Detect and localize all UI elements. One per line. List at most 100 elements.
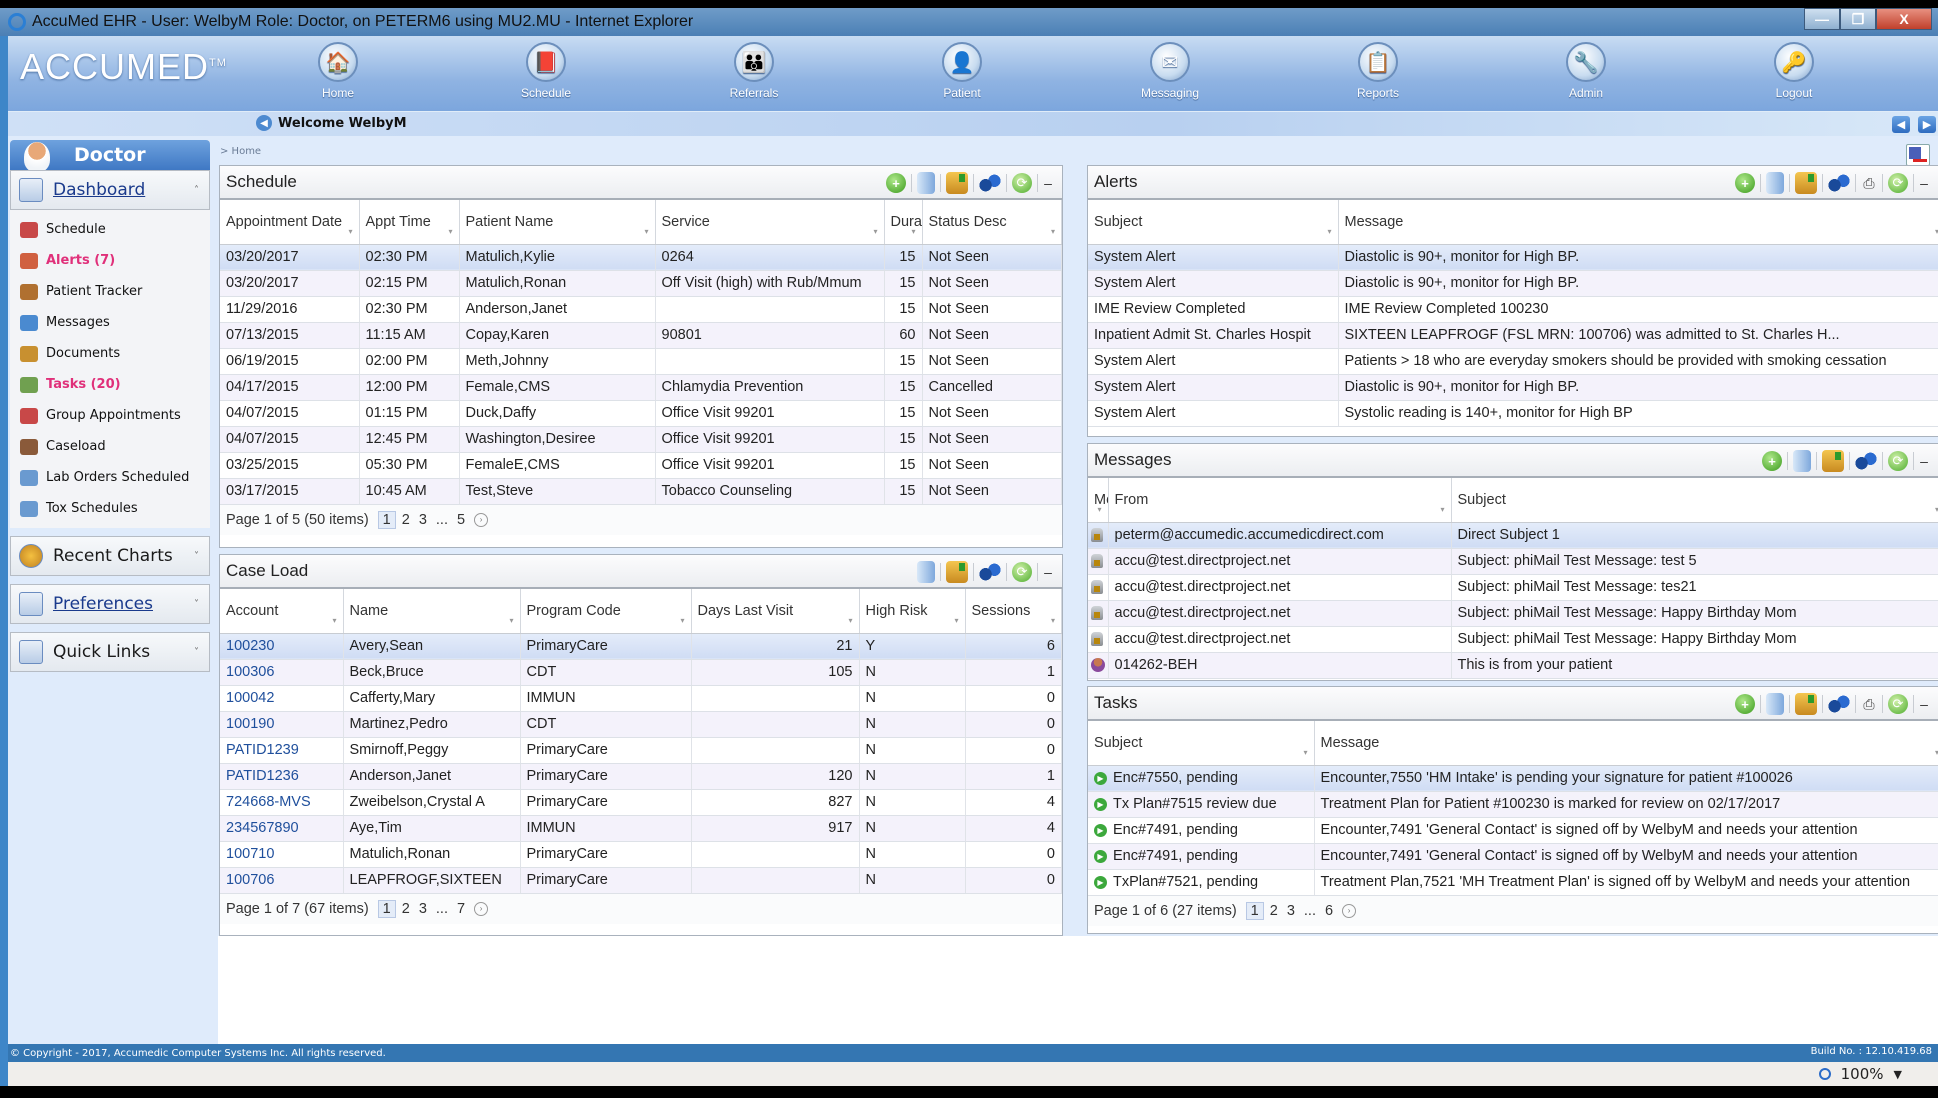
next-page-icon[interactable]: › xyxy=(474,512,489,527)
page-link[interactable]: 6 xyxy=(1325,903,1333,919)
task-arrow-icon[interactable]: ▶ xyxy=(1094,823,1107,837)
sidebar-item-tox-schedules[interactable]: Tox Schedules xyxy=(10,493,210,524)
alerts-row[interactable]: Inpatient Admit St. Charles Hospit SIXTEE… xyxy=(1088,322,1938,349)
minimize-button[interactable]: — xyxy=(1804,8,1840,30)
messages-col-header[interactable]: Me▾ xyxy=(1088,478,1109,523)
caseload-col-header[interactable]: Name ▾ xyxy=(343,589,521,634)
next-page-icon[interactable]: › xyxy=(474,901,489,916)
chevron-down-icon[interactable]: ˅ xyxy=(194,551,199,562)
messages-row[interactable]: 014262-BEH This is from your patient xyxy=(1088,652,1938,679)
task-arrow-icon[interactable]: ▶ xyxy=(1094,875,1107,889)
alerts-row[interactable]: System Alert Diastolic is 90+, monitor fo… xyxy=(1088,374,1938,401)
caseload-col-header[interactable]: Account ▾ xyxy=(220,589,344,634)
report-icon[interactable] xyxy=(917,172,935,194)
dashboard-section-header[interactable]: Dashboard ˄ xyxy=(10,170,210,210)
nav-schedule[interactable]: 📕 Schedule xyxy=(501,42,591,100)
add-icon[interactable]: + xyxy=(886,173,906,193)
nav-home[interactable]: 🏠 Home xyxy=(293,42,383,100)
messages-row[interactable]: accu@test.directproject.net Subject: phiM… xyxy=(1088,626,1938,653)
caseload-cell[interactable]: 724668-MVS xyxy=(220,789,344,816)
schedule-row[interactable]: 11/29/2016 02:30 PM Anderson,Janet 15 Not Se… xyxy=(220,296,1062,323)
alerts-col-header[interactable]: Subject ▾ xyxy=(1088,200,1339,245)
schedule-row[interactable]: 03/25/2015 05:30 PM FemaleE,CMS Office Visi… xyxy=(220,452,1062,479)
filter-icon[interactable]: ▾ xyxy=(873,227,877,236)
schedule-col-header[interactable]: Patient Name ▾ xyxy=(459,200,656,245)
filter-icon[interactable]: ▾ xyxy=(1327,227,1331,236)
recent-charts-section-header[interactable]: Recent Charts ˅ xyxy=(10,536,210,576)
task-arrow-icon[interactable]: ▶ xyxy=(1094,797,1107,811)
refresh-icon[interactable]: ⟳ xyxy=(1888,173,1908,193)
alerts-row[interactable]: System Alert Patients > 18 who are everyd… xyxy=(1088,348,1938,375)
caseload-col-header[interactable]: Days Last Visit ▾ xyxy=(691,589,860,634)
sidebar-item-tasks[interactable]: Tasks (20) xyxy=(10,369,210,400)
export-icon[interactable] xyxy=(946,561,968,583)
caseload-cell[interactable]: 234567890 xyxy=(220,815,344,842)
schedule-row[interactable]: 04/07/2015 12:45 PM Washington,Desiree Offi… xyxy=(220,426,1062,453)
preferences-section-header[interactable]: Preferences ˅ xyxy=(10,584,210,624)
page-link[interactable]: 1 xyxy=(377,899,396,918)
caseload-row[interactable]: 234567890 Aye,Tim IMMUN 917 N 4 xyxy=(220,815,1062,842)
caseload-row[interactable]: 100706 LEAPFROGF,SIXTEEN PrimaryCare N 0 xyxy=(220,867,1062,894)
schedule-row[interactable]: 07/13/2015 11:15 AM Copay,Karen 90801 60 Not … xyxy=(220,322,1062,349)
caseload-row[interactable]: PATID1239 Smirnoff,Peggy PrimaryCare N 0 xyxy=(220,737,1062,764)
export-icon[interactable] xyxy=(1795,172,1817,194)
nav-logout[interactable]: 🔑 Logout xyxy=(1749,42,1839,100)
report-icon[interactable] xyxy=(1793,450,1811,472)
caseload-col-header[interactable]: High Risk ▾ xyxy=(859,589,966,634)
caseload-cell[interactable]: PATID1236 xyxy=(220,763,344,790)
task-arrow-icon[interactable]: ▶ xyxy=(1094,771,1107,785)
sidebar-item-documents[interactable]: Documents xyxy=(10,338,210,369)
save-layout-icon[interactable] xyxy=(1906,144,1930,166)
caseload-col-header[interactable]: Sessions ▾ xyxy=(965,589,1062,634)
page-link[interactable]: ... xyxy=(436,901,448,917)
filter-icon[interactable]: ▾ xyxy=(644,227,648,236)
alerts-col-header[interactable]: Message▾ xyxy=(1338,200,1938,245)
sidebar-item-patient-tracker[interactable]: Patient Tracker xyxy=(10,276,210,307)
messages-row[interactable]: peterm@accumedic.accumedicdirect.com Dire… xyxy=(1088,522,1938,549)
sidebar-item-group-appointments[interactable]: Group Appointments xyxy=(10,400,210,431)
messages-col-header[interactable]: Subject▾ xyxy=(1451,478,1938,523)
find-icon[interactable] xyxy=(1855,450,1877,472)
next-page-icon[interactable]: › xyxy=(1342,903,1357,918)
caseload-row[interactable]: PATID1236 Anderson,Janet PrimaryCare 120 N 1 xyxy=(220,763,1062,790)
sidebar-item-alerts[interactable]: Alerts (7) xyxy=(10,245,210,276)
alerts-row[interactable]: System Alert Diastolic is 90+, monitor fo… xyxy=(1088,244,1938,271)
refresh-icon[interactable]: ⟳ xyxy=(1888,694,1908,714)
filter-icon[interactable]: ▾ xyxy=(1051,227,1055,236)
caseload-cell[interactable]: 100306 xyxy=(220,659,344,686)
messages-row[interactable]: accu@test.directproject.net Subject: phiM… xyxy=(1088,600,1938,627)
filter-icon[interactable]: ▾ xyxy=(1440,505,1444,514)
schedule-row[interactable]: 03/17/2015 10:45 AM Test,Steve Tobacco Coun… xyxy=(220,478,1062,505)
caseload-cell[interactable]: 100042 xyxy=(220,685,344,712)
nav-reports[interactable]: 📋 Reports xyxy=(1333,42,1423,100)
caseload-cell[interactable]: 100710 xyxy=(220,841,344,868)
add-icon[interactable]: + xyxy=(1735,173,1755,193)
report-icon[interactable] xyxy=(917,561,935,583)
filter-icon[interactable]: ▾ xyxy=(911,227,915,236)
filter-icon[interactable]: ▾ xyxy=(1097,505,1101,514)
preferences-link[interactable]: Preferences xyxy=(53,594,153,614)
tasks-row[interactable]: ▶ Enc#7550, pending Encounter,7550 'HM Int… xyxy=(1088,765,1938,792)
minimize-panel-icon[interactable]: – xyxy=(1043,172,1053,194)
messages-row[interactable]: accu@test.directproject.net Subject: phiM… xyxy=(1088,548,1938,575)
caseload-cell[interactable]: PATID1239 xyxy=(220,737,344,764)
tasks-col-header[interactable]: Subject ▾ xyxy=(1088,721,1315,766)
page-link[interactable]: ... xyxy=(436,512,448,528)
filter-icon[interactable]: ▾ xyxy=(348,227,352,236)
refresh-icon[interactable]: ⟳ xyxy=(1012,173,1032,193)
find-icon[interactable] xyxy=(1828,172,1850,194)
close-button[interactable]: X xyxy=(1876,8,1932,30)
tasks-row[interactable]: ▶ Tx Plan#7515 review due Treatment Plan f… xyxy=(1088,791,1938,818)
export-icon[interactable] xyxy=(946,172,968,194)
page-link[interactable]: 3 xyxy=(419,512,427,528)
print-icon[interactable]: ⎙ xyxy=(1861,693,1877,715)
filter-icon[interactable]: ▾ xyxy=(332,616,336,625)
caseload-cell[interactable]: 100190 xyxy=(220,711,344,738)
caseload-row[interactable]: 724668-MVS Zweibelson,Crystal A PrimaryCar… xyxy=(220,789,1062,816)
caseload-col-header[interactable]: Program Code ▾ xyxy=(520,589,692,634)
schedule-col-header[interactable]: Appt Time ▾ xyxy=(359,200,460,245)
add-icon[interactable]: + xyxy=(1762,451,1782,471)
filter-icon[interactable]: ▾ xyxy=(1051,616,1055,625)
chevron-down-icon[interactable]: ˅ xyxy=(194,647,199,658)
chevron-down-icon[interactable]: ˅ xyxy=(194,599,199,610)
